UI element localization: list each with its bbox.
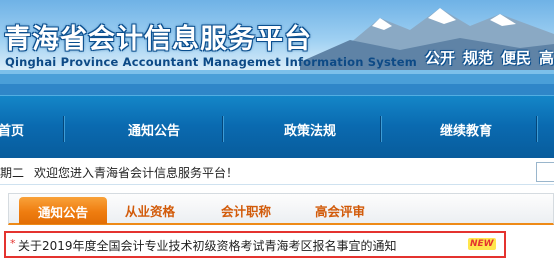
notice-list-item[interactable]: * 关于2019年度全国会计专业技术初级资格考试青海考区报名事宜的通知 NEW: [4, 231, 506, 258]
slogan-item: 规范: [462, 49, 493, 67]
nav-item-continuing-education[interactable]: 继续教育: [440, 120, 492, 139]
search-input[interactable]: [536, 162, 554, 182]
date-weekday: 期二: [0, 166, 25, 180]
slogan-item: 便民: [500, 49, 531, 67]
nav-divider: [63, 116, 65, 142]
slogan-item: 高: [538, 49, 554, 67]
nav-item-notices[interactable]: 通知公告: [128, 120, 180, 139]
bullet-icon: *: [10, 237, 16, 250]
new-badge-icon: NEW: [468, 238, 496, 250]
tab-accounting-title[interactable]: 会计职称: [221, 201, 271, 221]
notice-link[interactable]: 关于2019年度全国会计专业技术初级资格考试青海考区报名事宜的通知: [18, 237, 397, 254]
tab-senior-review[interactable]: 高会评审: [315, 201, 365, 221]
nav-item-home[interactable]: 首页: [0, 120, 24, 139]
main-nav: 首页 通知公告 政策法规 继续教育: [0, 95, 554, 158]
site-subtitle: Qinghai Province Accountant Managemet In…: [5, 55, 417, 69]
nav-divider: [536, 116, 538, 142]
slogan-list: 公开 规范 便民 高: [425, 47, 554, 68]
site-banner: 青海省会计信息服务平台 Qinghai Province Accountant …: [0, 0, 554, 95]
nav-divider: [380, 116, 382, 142]
tab-notices[interactable]: 通知公告: [19, 197, 107, 224]
notice-tab-bar: 通知公告 从业资格 会计职称 高会评审: [8, 193, 554, 225]
nav-divider: [222, 116, 224, 142]
site-title: 青海省会计信息服务平台: [4, 24, 312, 55]
nav-item-policies[interactable]: 政策法规: [284, 120, 336, 139]
welcome-message: 欢迎您进入青海省会计信息服务平台！: [34, 166, 239, 180]
tab-practice-qualification[interactable]: 从业资格: [125, 201, 175, 221]
welcome-bar: 期二 欢迎您进入青海省会计信息服务平台！: [0, 158, 554, 185]
slogan-item: 公开: [424, 49, 455, 67]
